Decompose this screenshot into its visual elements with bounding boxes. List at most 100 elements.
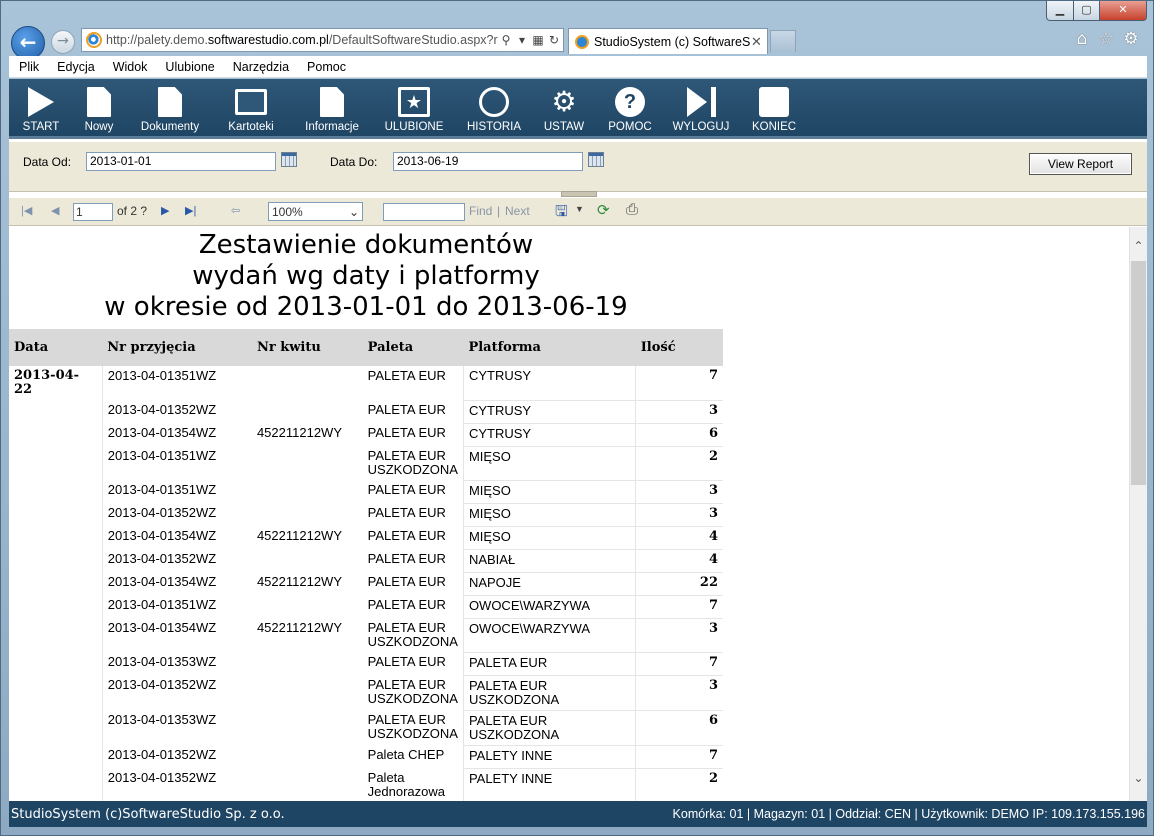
next-page-icon[interactable]: ▶ <box>161 204 169 217</box>
cell-paleta: PALETA EUR USZKODZONA <box>367 620 458 649</box>
find-separator: | <box>497 204 501 218</box>
new-tab-button[interactable] <box>770 30 796 52</box>
export-save-icon[interactable]: 🖫 <box>555 201 568 226</box>
collapse-parameters-handle[interactable] <box>561 191 597 197</box>
scroll-down-icon[interactable]: ⌄ <box>1130 771 1147 787</box>
view-report-button[interactable]: View Report <box>1029 153 1132 175</box>
report-table: Data Nr przyjęcia Nr kwitu Paleta Platfo… <box>9 329 723 801</box>
cell-paleta: PALETA EUR USZKODZONA <box>367 677 458 706</box>
compatibility-icon[interactable]: ▦ <box>530 33 546 47</box>
menu-widok[interactable]: Widok <box>103 60 156 74</box>
status-session-info: Komórka: 01 | Magazyn: 01 | Oddział: CEN… <box>672 807 1145 821</box>
previous-page-icon[interactable]: ◀ <box>51 204 59 217</box>
wyloguj-button[interactable]: WYLOGUJ <box>671 85 731 137</box>
find-link[interactable]: Find <box>469 204 492 218</box>
col-platforma: Platforma <box>463 329 636 366</box>
ulubione-button[interactable]: ★ ULUBIONE <box>381 85 447 137</box>
history-icon <box>479 87 509 117</box>
title-bar: ▁ ▢ ✕ <box>1 1 1153 23</box>
cell-data <box>9 503 102 526</box>
data-do-label: Data Do: <box>330 155 378 169</box>
historia-button[interactable]: HISTORIA <box>461 85 527 137</box>
cell-data <box>9 400 102 423</box>
search-icon[interactable]: ⚲ <box>498 33 514 47</box>
back-button[interactable]: ← <box>11 26 45 60</box>
cell-nr-kwitu <box>252 710 363 745</box>
logout-icon <box>671 85 731 119</box>
menu-edycja[interactable]: Edycja <box>47 60 103 74</box>
home-icon[interactable]: ⌂ <box>1072 29 1092 49</box>
cell-ilosc: 7 <box>635 745 723 769</box>
nowy-button[interactable]: Nowy <box>79 85 119 137</box>
dokumenty-button[interactable]: Dokumenty <box>135 85 205 137</box>
forward-button[interactable]: → <box>51 30 75 54</box>
col-nr-kwitu: Nr kwitu <box>251 329 363 366</box>
data-do-input[interactable]: 2013-06-19 <box>393 152 583 171</box>
kartoteki-button[interactable]: Kartoteki <box>221 85 281 137</box>
cell-nr-kwitu <box>252 745 363 768</box>
next-link[interactable]: Next <box>505 204 530 218</box>
status-company: StudioSystem (c)SoftwareStudio Sp. z o.o… <box>11 807 285 822</box>
minimize-button[interactable]: ▁ <box>1046 1 1074 21</box>
cell-nr-kwitu: 452211212WY <box>256 425 342 440</box>
find-input[interactable] <box>383 203 465 221</box>
cell-nr-przyjecia: 2013-04-01351WZ <box>101 446 252 480</box>
cell-nr-kwitu <box>252 503 363 526</box>
close-window-button[interactable]: ✕ <box>1099 1 1147 21</box>
last-page-icon[interactable]: ▶| <box>185 204 196 217</box>
monitor-icon <box>235 89 267 115</box>
page-number-input[interactable]: 1 <box>73 203 113 221</box>
favorites-star-icon[interactable]: ☆ <box>1096 29 1116 49</box>
back-to-parent-icon[interactable]: ⇦ <box>231 204 240 217</box>
menu-plik[interactable]: Plik <box>9 60 47 74</box>
table-row: 2013-04-01354WZ 452211212WY PALETA EUR NAPO… <box>9 572 723 596</box>
zoom-select[interactable]: 100% ⌄ <box>268 202 363 221</box>
pomoc-button[interactable]: ? POMOC <box>605 85 655 137</box>
cell-nr-przyjecia: 2013-04-01354WZ <box>101 423 252 446</box>
cell-platforma: MIĘSO <box>462 503 637 527</box>
play-icon <box>28 87 54 117</box>
cell-ilosc: 6 <box>635 710 723 746</box>
calendar-icon[interactable] <box>281 152 297 167</box>
print-icon[interactable]: ⎙ <box>626 201 638 218</box>
cell-nr-kwitu <box>252 366 363 400</box>
cell-platforma: NAPOJE <box>462 572 637 596</box>
koniec-button[interactable]: KONIEC <box>747 85 801 137</box>
menu-narzedzia[interactable]: Narzędzia <box>223 60 297 74</box>
cell-data <box>9 480 102 503</box>
menu-ulubione[interactable]: Ulubione <box>155 60 222 74</box>
url-text[interactable]: http://palety.demo.softwarestudio.com.pl… <box>106 33 498 47</box>
vertical-scrollbar[interactable]: ⌃ ⌄ <box>1129 227 1147 801</box>
table-row: 2013-04-01352WZ PALETA EUR MIĘSO 3 <box>9 503 723 527</box>
maximize-button[interactable]: ▢ <box>1073 1 1100 21</box>
close-tab-icon[interactable]: ✕ <box>751 34 767 50</box>
start-button[interactable]: START <box>19 85 63 137</box>
refresh-report-icon[interactable]: ⟳ <box>597 201 610 219</box>
informacje-button[interactable]: Informacje <box>297 85 367 137</box>
ustaw-button[interactable]: ⚙ USTAW <box>541 85 587 137</box>
address-bar[interactable]: http://palety.demo.softwarestudio.com.pl… <box>81 28 564 52</box>
tools-gear-icon[interactable]: ⚙ <box>1121 29 1141 49</box>
browser-tab[interactable]: StudioSystem (c) SoftwareS... ✕ <box>568 28 768 54</box>
ie-tab-icon <box>575 34 589 49</box>
dropdown-arrow-icon[interactable]: ▾ <box>514 33 530 47</box>
data-od-input[interactable]: 2013-01-01 <box>86 152 276 171</box>
scroll-thumb[interactable] <box>1131 261 1146 485</box>
cell-ilosc: 7 <box>635 595 723 619</box>
cell-nr-przyjecia: 2013-04-01352WZ <box>101 400 252 423</box>
cell-paleta: PALETA EUR USZKODZONA <box>367 448 458 477</box>
export-dropdown-icon[interactable]: ▼ <box>575 204 584 214</box>
cell-ilosc: 3 <box>635 400 723 424</box>
report-title: Zestawienie dokumentów wydań wg daty i p… <box>104 230 628 322</box>
application-area: START Nowy Dokumenty Kartoteki Informacj… <box>9 79 1147 801</box>
menu-pomoc[interactable]: Pomoc <box>297 60 354 74</box>
first-page-icon[interactable]: |◀ <box>21 204 32 217</box>
refresh-icon[interactable]: ↻ <box>546 33 562 47</box>
scroll-up-icon[interactable]: ⌃ <box>1130 239 1147 255</box>
cell-paleta: PALETA EUR <box>367 402 446 417</box>
cell-nr-przyjecia: 2013-04-01352WZ <box>101 503 252 526</box>
calendar-icon[interactable] <box>588 152 604 167</box>
cell-data <box>9 595 102 618</box>
documents-icon <box>158 87 182 117</box>
cell-ilosc: 7 <box>635 652 723 676</box>
